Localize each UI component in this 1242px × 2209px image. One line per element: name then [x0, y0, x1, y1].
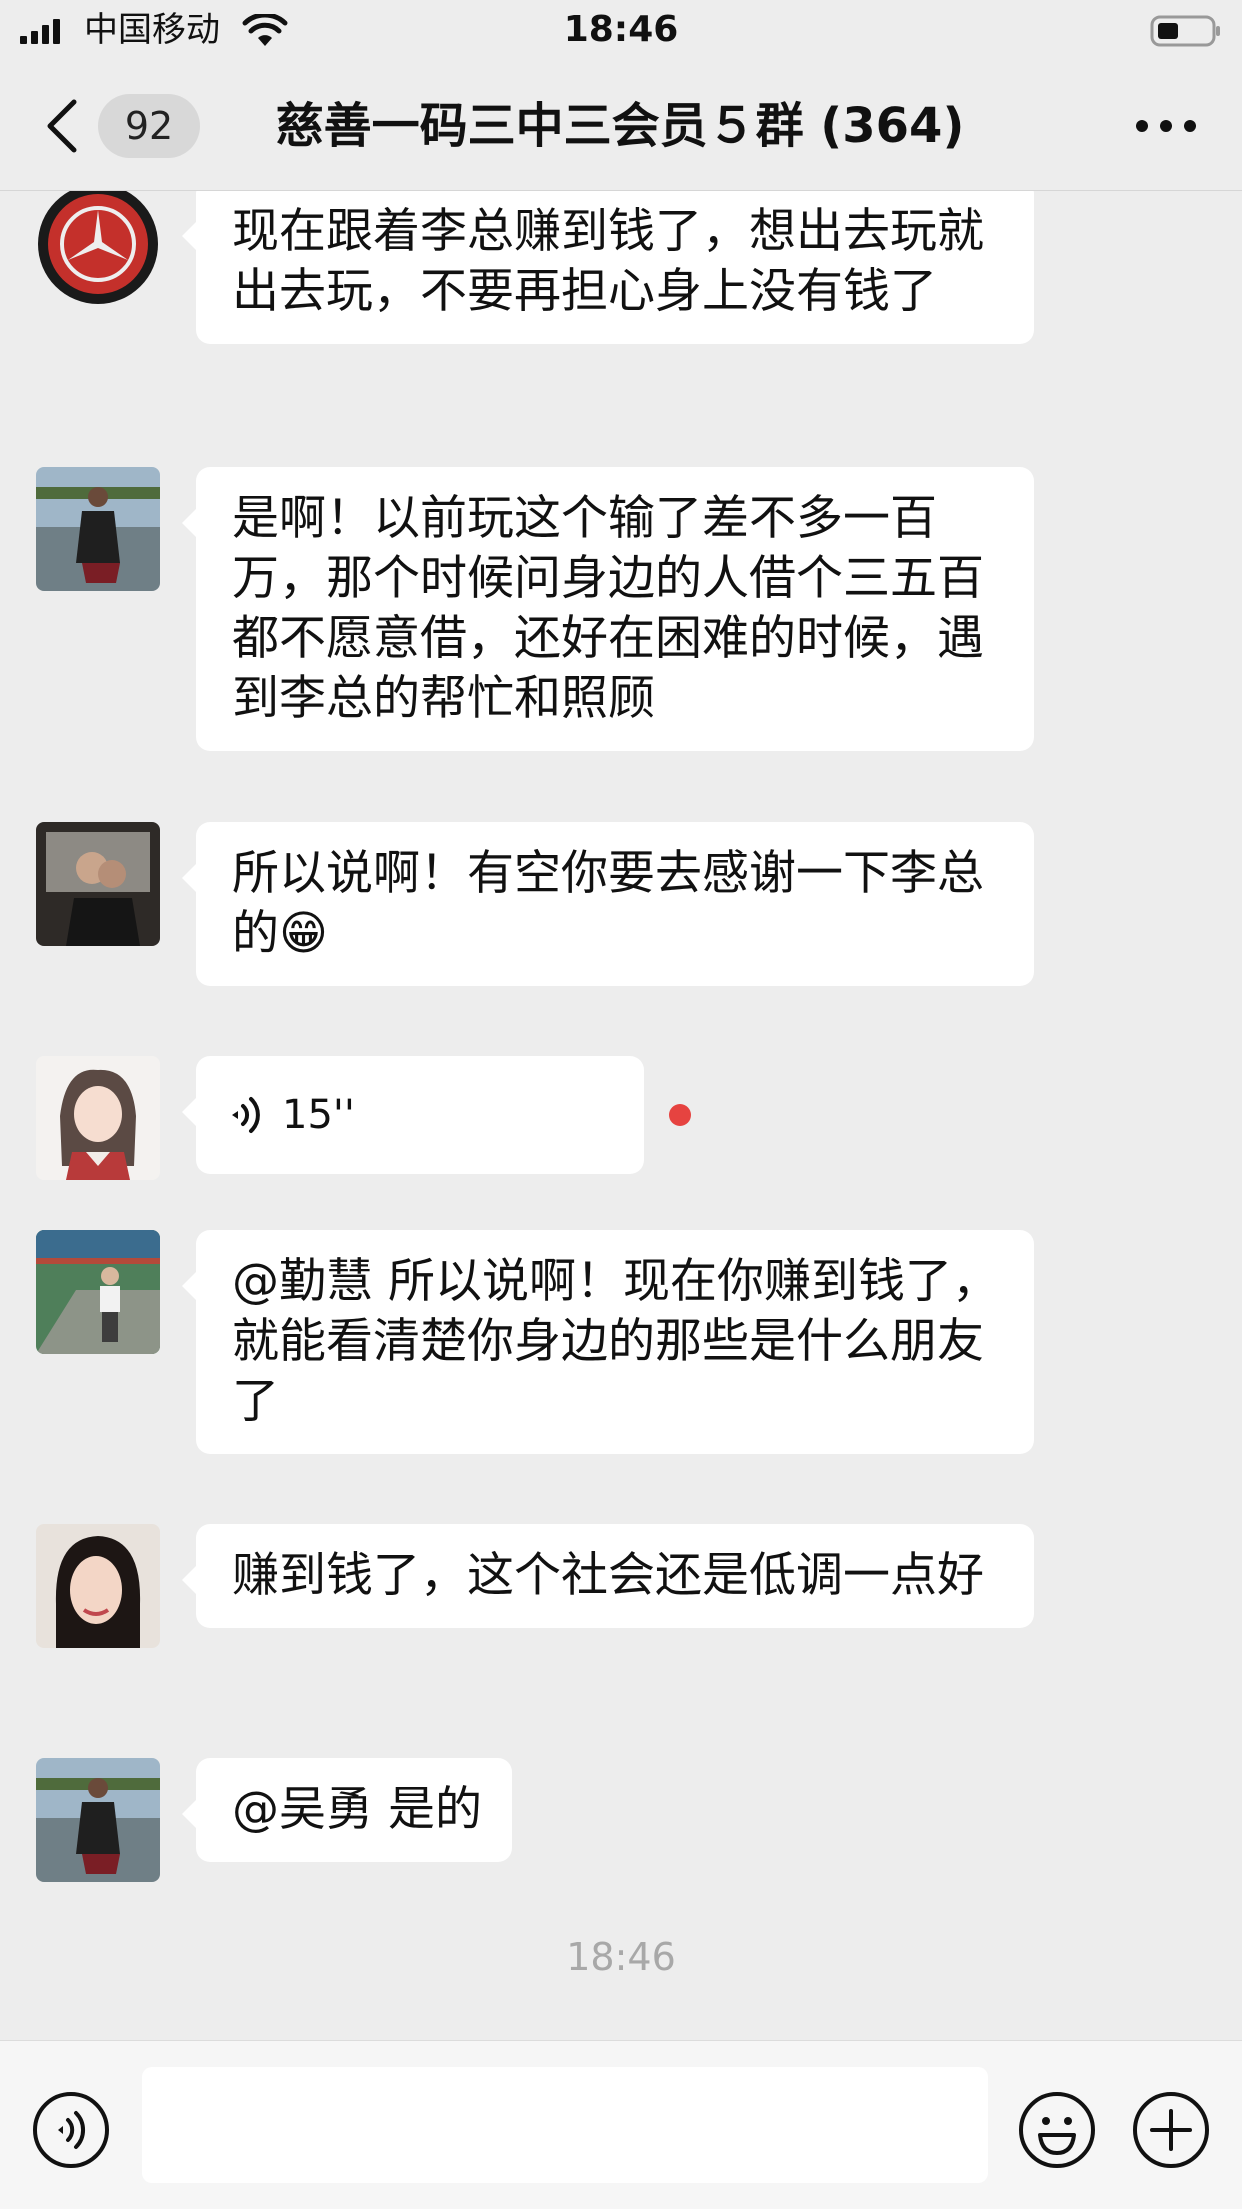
- input-bar: [0, 2040, 1242, 2209]
- status-bar: 中国移动 18:46: [0, 0, 1242, 62]
- message-text: 赚到钱了，这个社会还是低调一点好: [232, 1548, 984, 1603]
- message-text: 现在跟着李总赚到钱了，想出去玩就出去玩，不要再担心身上没有钱了: [232, 204, 984, 319]
- message-bubble[interactable]: 所以说啊！有空你要去感谢一下李总的😁: [182, 822, 1034, 986]
- message-text: @勤慧 所以说啊！现在你赚到钱了，就能看清楚你身边的那些是什么朋友了: [232, 1254, 999, 1429]
- back-chevron-icon[interactable]: [42, 96, 82, 156]
- voice-message-bubble[interactable]: 15'': [182, 1056, 644, 1174]
- voice-input-icon[interactable]: [32, 2091, 110, 2169]
- woman-selfie-avatar[interactable]: [36, 1524, 160, 1648]
- message-bubble[interactable]: @吴勇 是的: [182, 1758, 512, 1862]
- emoji-icon[interactable]: [1018, 2091, 1096, 2169]
- status-time: 18:46: [563, 9, 679, 50]
- unread-count-badge[interactable]: 92: [98, 94, 200, 158]
- message-text: 是啊！以前玩这个输了差不多一百万，那个时候问身边的人借个三五百都不愿意借，还好在…: [232, 491, 984, 726]
- chat-title: 慈善一码三中三会员５群 (364): [275, 98, 965, 154]
- voice-duration: 15'': [282, 1092, 355, 1138]
- message-bubble[interactable]: 赚到钱了，这个社会还是低调一点好: [182, 1524, 1034, 1628]
- man-corridor-avatar[interactable]: [36, 1230, 160, 1354]
- message-input[interactable]: [142, 2067, 988, 2183]
- message-list[interactable]: 现在跟着李总赚到钱了，想出去玩就出去玩，不要再担心身上没有钱了 是啊！以前玩这个…: [0, 191, 1242, 2041]
- message-bubble[interactable]: @勤慧 所以说啊！现在你赚到钱了，就能看清楚你身边的那些是什么朋友了: [182, 1230, 1034, 1454]
- message-bubble[interactable]: 是啊！以前玩这个输了差不多一百万，那个时候问身边的人借个三五百都不愿意借，还好在…: [182, 467, 1034, 751]
- couple-photo-avatar[interactable]: [36, 822, 160, 946]
- voice-wave-icon: [232, 1097, 260, 1133]
- anime-girl-avatar[interactable]: [36, 1056, 160, 1180]
- woman-lakeside-avatar[interactable]: [36, 1758, 160, 1882]
- message-timestamp: 18:46: [566, 1935, 676, 1979]
- unread-voice-dot: [669, 1104, 691, 1126]
- plus-icon[interactable]: [1132, 2091, 1210, 2169]
- chat-header: 92 慈善一码三中三会员５群 (364): [0, 62, 1242, 191]
- battery-icon: [1150, 15, 1220, 47]
- message-bubble[interactable]: 现在跟着李总赚到钱了，想出去玩就出去玩，不要再担心身上没有钱了: [182, 191, 1034, 344]
- more-options-icon[interactable]: [1130, 108, 1202, 144]
- mercedes-benz-logo-avatar[interactable]: [36, 191, 160, 306]
- message-text: 所以说啊！有空你要去感谢一下李总的😁: [232, 846, 984, 961]
- woman-lakeside-avatar[interactable]: [36, 467, 160, 591]
- message-text: @吴勇 是的: [232, 1782, 482, 1837]
